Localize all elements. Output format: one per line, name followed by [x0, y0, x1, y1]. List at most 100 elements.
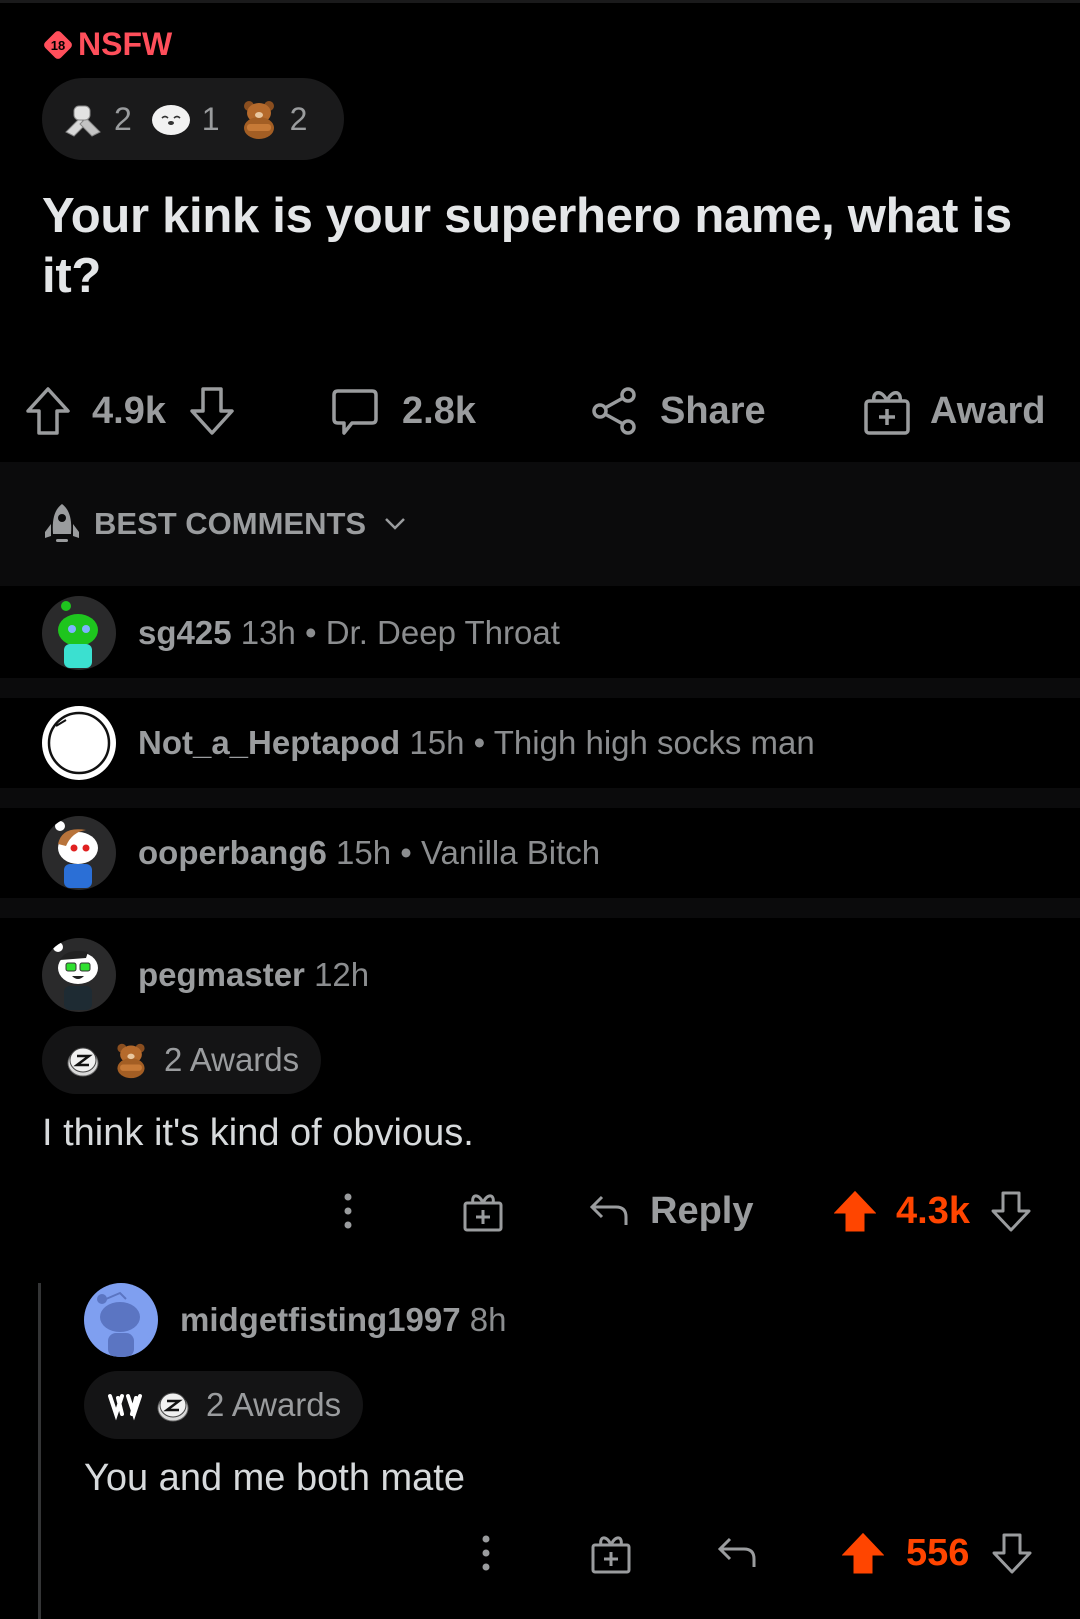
comment-score: 4.3k	[896, 1189, 970, 1232]
give-award-button[interactable]	[590, 1518, 632, 1588]
silver-award-icon	[157, 1392, 189, 1422]
gift-icon	[463, 1194, 503, 1232]
reply-label: Reply	[650, 1189, 754, 1232]
share-icon	[592, 387, 636, 435]
more-options-button[interactable]	[478, 1518, 494, 1588]
comment-body: I think it's kind of obvious.	[42, 1112, 474, 1154]
username[interactable]: pegmaster	[138, 956, 305, 993]
award-seal: 1	[150, 98, 220, 140]
svg-text:18: 18	[51, 38, 65, 53]
comment-divider	[0, 788, 1080, 808]
share-label: Share	[660, 389, 766, 432]
top-divider	[0, 0, 1080, 3]
more-vertical-icon	[344, 1193, 352, 1229]
comment-preview: Dr. Deep Throat	[325, 614, 560, 651]
post-action-bar: 4.9k 2.8k Share Award	[0, 368, 1080, 454]
awards-count-label: 2 Awards	[164, 1041, 300, 1078]
award-count: 2	[114, 100, 132, 137]
comment-body: You and me both mate	[84, 1457, 465, 1499]
give-award-button[interactable]	[462, 1176, 504, 1246]
collapsed-comment[interactable]: Not_a_Heptapod 15h • Thigh high socks ma…	[0, 698, 1080, 788]
snoo-avatar-icon	[58, 601, 98, 668]
avatar[interactable]	[42, 596, 116, 670]
username[interactable]: sg425	[138, 614, 232, 651]
comment-meta: ooperbang6 15h • Vanilla Bitch	[138, 834, 600, 872]
reply-button[interactable]: Reply	[588, 1176, 753, 1246]
more-options-button[interactable]	[340, 1176, 356, 1246]
upvote-filled-icon[interactable]	[834, 1189, 876, 1233]
award-label: Award	[930, 389, 1046, 432]
reply-arrow-icon	[589, 1195, 628, 1225]
comment-header: pegmaster 12h	[42, 938, 1080, 1012]
seal-award-icon	[151, 105, 190, 135]
username[interactable]: midgetfisting1997	[180, 1301, 461, 1338]
comment-divider	[0, 678, 1080, 698]
rocket-icon	[45, 504, 79, 542]
comment-score: 556	[906, 1531, 970, 1574]
comment-meta: midgetfisting1997 8h	[180, 1301, 506, 1339]
comment-divider	[0, 898, 1080, 918]
avatar[interactable]	[42, 938, 116, 1012]
comment-meta: sg425 13h • Dr. Deep Throat	[138, 614, 560, 652]
comment-actions: 556	[0, 1518, 1080, 1588]
comment-age: 15h	[409, 724, 465, 761]
comment-age: 15h	[336, 834, 392, 871]
bear-award-icon	[117, 1043, 145, 1079]
share-button[interactable]: Share	[590, 368, 766, 454]
arm-wrestle-award-icon	[65, 105, 101, 137]
snoo-avatar-icon	[53, 942, 98, 1010]
comment-count: 2.8k	[402, 389, 476, 432]
comment: pegmaster 12h 2 Awards I think it's kind…	[0, 938, 1080, 1155]
upvote-icon[interactable]	[24, 385, 72, 437]
more-vertical-icon	[482, 1535, 490, 1571]
ring-avatar-icon	[47, 711, 111, 775]
hands-award-icon	[108, 1394, 142, 1421]
award-count: 1	[201, 100, 220, 137]
comment-reply: midgetfisting1997 8h 2 Awards You and me…	[0, 1283, 1080, 1500]
comment-vote-group: 556	[842, 1518, 1033, 1588]
post-score: 4.9k	[92, 389, 166, 432]
gift-icon	[864, 391, 910, 435]
collapsed-comment[interactable]: ooperbang6 15h • Vanilla Bitch	[0, 808, 1080, 898]
comment-preview: Vanilla Bitch	[421, 834, 601, 871]
post-awards-pill[interactable]: 2 1 2	[42, 78, 344, 160]
comment-bubble-icon	[332, 389, 378, 435]
award-button[interactable]: Award	[862, 368, 1045, 454]
post-vote-group: 4.9k	[24, 368, 236, 454]
award-arm-wrestle: 2	[62, 98, 132, 140]
snoo-avatar-icon	[55, 821, 98, 888]
silver-award-icon	[67, 1047, 99, 1077]
dot-separator: •	[400, 834, 412, 871]
username[interactable]: ooperbang6	[138, 834, 327, 871]
reply-button[interactable]	[716, 1518, 758, 1588]
downvote-icon[interactable]	[990, 1189, 1032, 1233]
comment-age: 8h	[469, 1301, 507, 1338]
downvote-icon[interactable]	[188, 385, 236, 437]
sort-dropdown[interactable]: BEST COMMENTS	[42, 502, 406, 546]
dot-separator: •	[473, 724, 486, 761]
comments-button[interactable]: 2.8k	[330, 368, 476, 454]
comment-awards-pill[interactable]: 2 Awards	[42, 1026, 322, 1094]
comment-age: 13h	[240, 614, 296, 651]
comment-meta: pegmaster 12h	[138, 956, 369, 994]
bear-award-icon	[243, 101, 274, 139]
collapsed-comment[interactable]: sg425 13h • Dr. Deep Throat	[0, 588, 1080, 678]
award-count: 2	[289, 100, 308, 137]
sort-label: BEST COMMENTS	[94, 506, 367, 541]
upvote-filled-icon[interactable]	[842, 1531, 884, 1575]
downvote-icon[interactable]	[991, 1531, 1033, 1575]
dot-separator: •	[304, 614, 317, 651]
post-title: Your kink is your superhero name, what i…	[42, 189, 1012, 303]
username[interactable]: Not_a_Heptapod	[138, 724, 400, 761]
chevron-down-icon	[385, 518, 406, 530]
comment-header: midgetfisting1997 8h	[84, 1283, 1080, 1357]
comment-vote-group: 4.3k	[834, 1176, 1032, 1246]
comment-age: 12h	[314, 956, 370, 993]
avatar[interactable]	[42, 816, 116, 890]
comment-meta: Not_a_Heptapod 15h • Thigh high socks ma…	[138, 724, 815, 762]
nsfw-18-icon: 18	[44, 30, 72, 59]
comment-awards-pill[interactable]: 2 Awards	[84, 1371, 364, 1439]
avatar[interactable]	[84, 1283, 158, 1357]
avatar[interactable]	[42, 706, 116, 780]
award-bear: 2	[238, 98, 308, 140]
